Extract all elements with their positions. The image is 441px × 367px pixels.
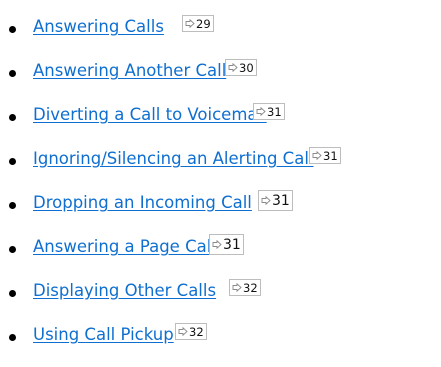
bullet-icon: [9, 246, 16, 253]
arrow-right-icon: [178, 327, 188, 336]
page-number: 31: [272, 192, 290, 209]
arrow-right-icon: [212, 240, 222, 249]
bullet-icon: [9, 202, 16, 209]
page-reference[interactable]: 31: [258, 190, 293, 211]
arrow-right-icon: [312, 151, 322, 160]
page-number: 31: [323, 148, 338, 163]
arrow-right-icon: [232, 283, 242, 292]
page-reference[interactable]: 31: [209, 234, 244, 255]
arrow-right-icon: [261, 196, 271, 205]
arrow-right-icon: [228, 63, 238, 72]
page-reference[interactable]: 31: [309, 147, 341, 164]
page-number: 32: [243, 280, 258, 295]
bullet-icon: [9, 26, 16, 33]
link-answering-calls[interactable]: Answering Calls: [33, 17, 164, 36]
bullet-icon: [9, 70, 16, 77]
page-number: 30: [239, 60, 254, 75]
page-reference[interactable]: 29: [182, 15, 214, 32]
link-dropping-an-incoming-call[interactable]: Dropping an Incoming Call: [33, 193, 252, 212]
page-number: 29: [196, 16, 211, 31]
link-answering-a-page-call[interactable]: Answering a Page Call: [33, 237, 216, 256]
page-number: 31: [223, 236, 241, 253]
link-answering-another-call[interactable]: Answering Another Call: [33, 61, 226, 80]
link-ignoring-silencing-an-alerting-call[interactable]: Ignoring/Silencing an Alerting Call: [33, 149, 313, 168]
arrow-right-icon: [185, 19, 195, 28]
bullet-icon: [9, 290, 16, 297]
page-reference[interactable]: 31: [253, 103, 285, 120]
page-reference[interactable]: 30: [225, 59, 257, 76]
page-number: 31: [267, 104, 282, 119]
page-reference[interactable]: 32: [229, 279, 261, 296]
bullet-icon: [9, 334, 16, 341]
link-using-call-pickup[interactable]: Using Call Pickup: [33, 325, 174, 344]
page-reference[interactable]: 32: [175, 323, 207, 340]
link-displaying-other-calls[interactable]: Displaying Other Calls: [33, 281, 216, 300]
link-diverting-a-call-to-voicemail[interactable]: Diverting a Call to Voicemail: [33, 105, 267, 124]
page-number: 32: [189, 324, 204, 339]
bullet-icon: [9, 114, 16, 121]
bullet-icon: [9, 158, 16, 165]
arrow-right-icon: [256, 107, 266, 116]
